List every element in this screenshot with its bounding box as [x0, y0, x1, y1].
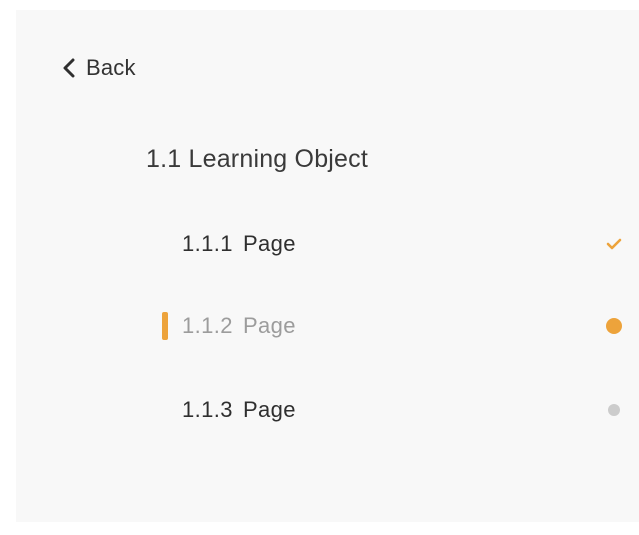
back-button[interactable]: Back	[62, 52, 136, 84]
back-label: Back	[86, 55, 136, 80]
item-label: 1.1.1 Page	[182, 231, 296, 257]
checkmark-icon	[602, 232, 626, 256]
list-item-1-1-1[interactable]: 1.1.1 Page	[146, 224, 626, 264]
grey-dot-icon	[602, 398, 626, 422]
current-marker	[162, 312, 168, 340]
item-label: 1.1.3 Page	[182, 397, 296, 423]
item-title: Page	[242, 313, 296, 338]
navigation-panel: Back 1.1 Learning Object 1.1.1 Page 1.1.2…	[16, 10, 639, 522]
item-title: Page	[242, 231, 296, 256]
item-label: 1.1.2 Page	[182, 313, 296, 339]
section-title: 1.1 Learning Object	[146, 145, 369, 173]
item-number: 1.1.1	[182, 231, 233, 256]
item-number: 1.1.2	[182, 313, 233, 338]
orange-dot-icon	[602, 314, 626, 338]
item-title: Page	[242, 397, 296, 422]
list-item-1-1-2[interactable]: 1.1.2 Page	[146, 306, 626, 346]
item-number: 1.1.3	[182, 397, 233, 422]
list-item-1-1-3[interactable]: 1.1.3 Page	[146, 390, 626, 430]
chevron-left-icon	[62, 58, 76, 78]
